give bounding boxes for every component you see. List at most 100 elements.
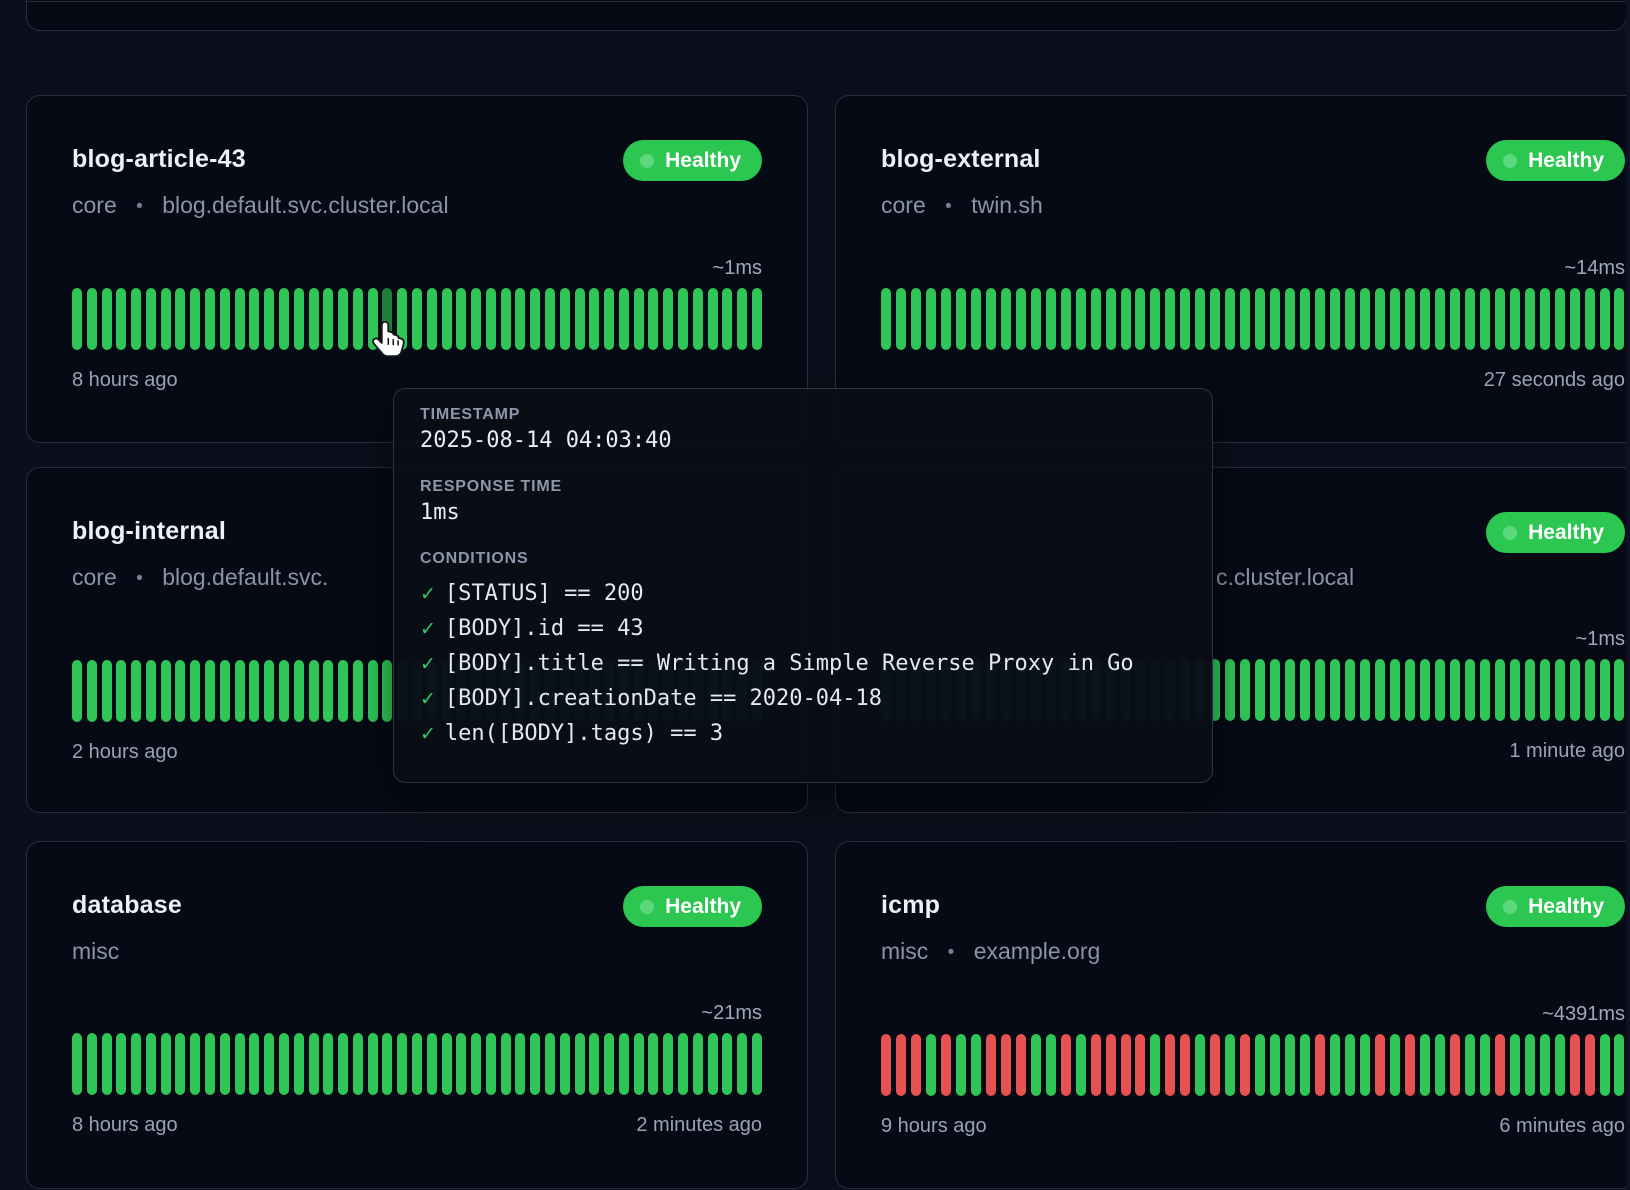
- status-bar[interactable]: [1285, 659, 1295, 721]
- status-bar[interactable]: [249, 288, 259, 350]
- status-bar[interactable]: [663, 288, 673, 350]
- status-bar[interactable]: [1061, 288, 1071, 350]
- status-bar[interactable]: [1555, 288, 1565, 350]
- status-bar[interactable]: [1300, 659, 1310, 721]
- status-bar[interactable]: [1270, 1034, 1280, 1096]
- status-bar[interactable]: [1450, 659, 1460, 721]
- status-bar[interactable]: [986, 288, 996, 350]
- status-bar[interactable]: [1225, 1034, 1235, 1096]
- status-bar[interactable]: [1540, 659, 1550, 721]
- status-bar[interactable]: [1375, 1034, 1385, 1096]
- status-bar[interactable]: [72, 660, 82, 722]
- status-bar[interactable]: [1375, 659, 1385, 721]
- status-bar[interactable]: [678, 288, 688, 350]
- status-bar[interactable]: [1390, 659, 1400, 721]
- status-bar[interactable]: [1315, 288, 1325, 350]
- status-bar[interactable]: [309, 660, 319, 722]
- status-bar[interactable]: [1195, 1034, 1205, 1096]
- status-bar[interactable]: [1555, 1034, 1565, 1096]
- status-bar[interactable]: [911, 1034, 921, 1096]
- status-bar[interactable]: [1585, 288, 1595, 350]
- status-bar[interactable]: [1225, 288, 1235, 350]
- status-bar[interactable]: [941, 288, 951, 350]
- status-bar[interactable]: [279, 660, 289, 722]
- status-bar[interactable]: [1600, 659, 1610, 721]
- status-bar[interactable]: [1121, 1034, 1131, 1096]
- status-bar[interactable]: [515, 1033, 525, 1095]
- status-bar[interactable]: [102, 660, 112, 722]
- status-bar[interactable]: [235, 1033, 245, 1095]
- status-bar[interactable]: [205, 288, 215, 350]
- status-bar[interactable]: [1270, 659, 1280, 721]
- status-bar[interactable]: [235, 660, 245, 722]
- status-bar[interactable]: [926, 1034, 936, 1096]
- status-bar[interactable]: [530, 1033, 540, 1095]
- status-bar[interactable]: [693, 288, 703, 350]
- status-bar[interactable]: [1375, 288, 1385, 350]
- status-bar[interactable]: [161, 660, 171, 722]
- status-bar[interactable]: [338, 288, 348, 350]
- status-bar[interactable]: [116, 660, 126, 722]
- status-bar[interactable]: [279, 1033, 289, 1095]
- status-bar[interactable]: [956, 1034, 966, 1096]
- status-bar[interactable]: [412, 1033, 422, 1095]
- status-bar[interactable]: [116, 288, 126, 350]
- status-bar[interactable]: [1091, 1034, 1101, 1096]
- status-bar[interactable]: [87, 660, 97, 722]
- status-bar[interactable]: [1165, 1034, 1175, 1096]
- status-bar[interactable]: [486, 1033, 496, 1095]
- status-bar[interactable]: [1121, 288, 1131, 350]
- status-bar[interactable]: [1255, 288, 1265, 350]
- status-bar[interactable]: [1360, 1034, 1370, 1096]
- status-bar[interactable]: [116, 1033, 126, 1095]
- status-bar[interactable]: [220, 288, 230, 350]
- status-bar[interactable]: [294, 1033, 304, 1095]
- status-bar[interactable]: [1510, 1034, 1520, 1096]
- status-bar[interactable]: [1210, 288, 1220, 350]
- status-bar[interactable]: [279, 288, 289, 350]
- status-bar[interactable]: [708, 288, 718, 350]
- status-bar[interactable]: [1330, 1034, 1340, 1096]
- status-bar[interactable]: [323, 1033, 333, 1095]
- status-bar[interactable]: [1510, 288, 1520, 350]
- status-bar[interactable]: [427, 288, 437, 350]
- status-bar[interactable]: [911, 288, 921, 350]
- partial-card-top[interactable]: [26, 0, 1627, 31]
- status-bar[interactable]: [1600, 1034, 1610, 1096]
- status-bar[interactable]: [1540, 288, 1550, 350]
- status-bar[interactable]: [442, 288, 452, 350]
- status-bar[interactable]: [1570, 659, 1580, 721]
- status-bar[interactable]: [1001, 1034, 1011, 1096]
- status-bar[interactable]: [1330, 659, 1340, 721]
- status-bar[interactable]: [589, 288, 599, 350]
- status-bar[interactable]: [1435, 1034, 1445, 1096]
- status-bar[interactable]: [131, 288, 141, 350]
- status-bar[interactable]: [427, 1033, 437, 1095]
- status-bar[interactable]: [190, 660, 200, 722]
- status-bar[interactable]: [1150, 288, 1160, 350]
- status-bar[interactable]: [1016, 288, 1026, 350]
- status-bar[interactable]: [1330, 288, 1340, 350]
- status-bar[interactable]: [1555, 659, 1565, 721]
- status-bar[interactable]: [338, 660, 348, 722]
- status-bar[interactable]: [575, 1033, 585, 1095]
- status-bar[interactable]: [1031, 1034, 1041, 1096]
- status-bar[interactable]: [752, 288, 762, 350]
- status-bar[interactable]: [1046, 1034, 1056, 1096]
- status-bar[interactable]: [1420, 1034, 1430, 1096]
- status-bar[interactable]: [1300, 1034, 1310, 1096]
- status-bar[interactable]: [1180, 1034, 1190, 1096]
- status-bar[interactable]: [752, 1033, 762, 1095]
- status-bar[interactable]: [1405, 288, 1415, 350]
- status-bar[interactable]: [72, 288, 82, 350]
- status-bar[interactable]: [1465, 1034, 1475, 1096]
- status-bar[interactable]: [1031, 288, 1041, 350]
- status-bar[interactable]: [294, 660, 304, 722]
- status-bar[interactable]: [589, 1033, 599, 1095]
- status-bar[interactable]: [693, 1033, 703, 1095]
- status-bar[interactable]: [1390, 288, 1400, 350]
- endpoint-card[interactable]: icmp Healthy misc • example.org ~4391ms …: [835, 841, 1630, 1189]
- status-bar[interactable]: [1106, 1034, 1116, 1096]
- status-bar[interactable]: [1046, 288, 1056, 350]
- status-bar[interactable]: [530, 288, 540, 350]
